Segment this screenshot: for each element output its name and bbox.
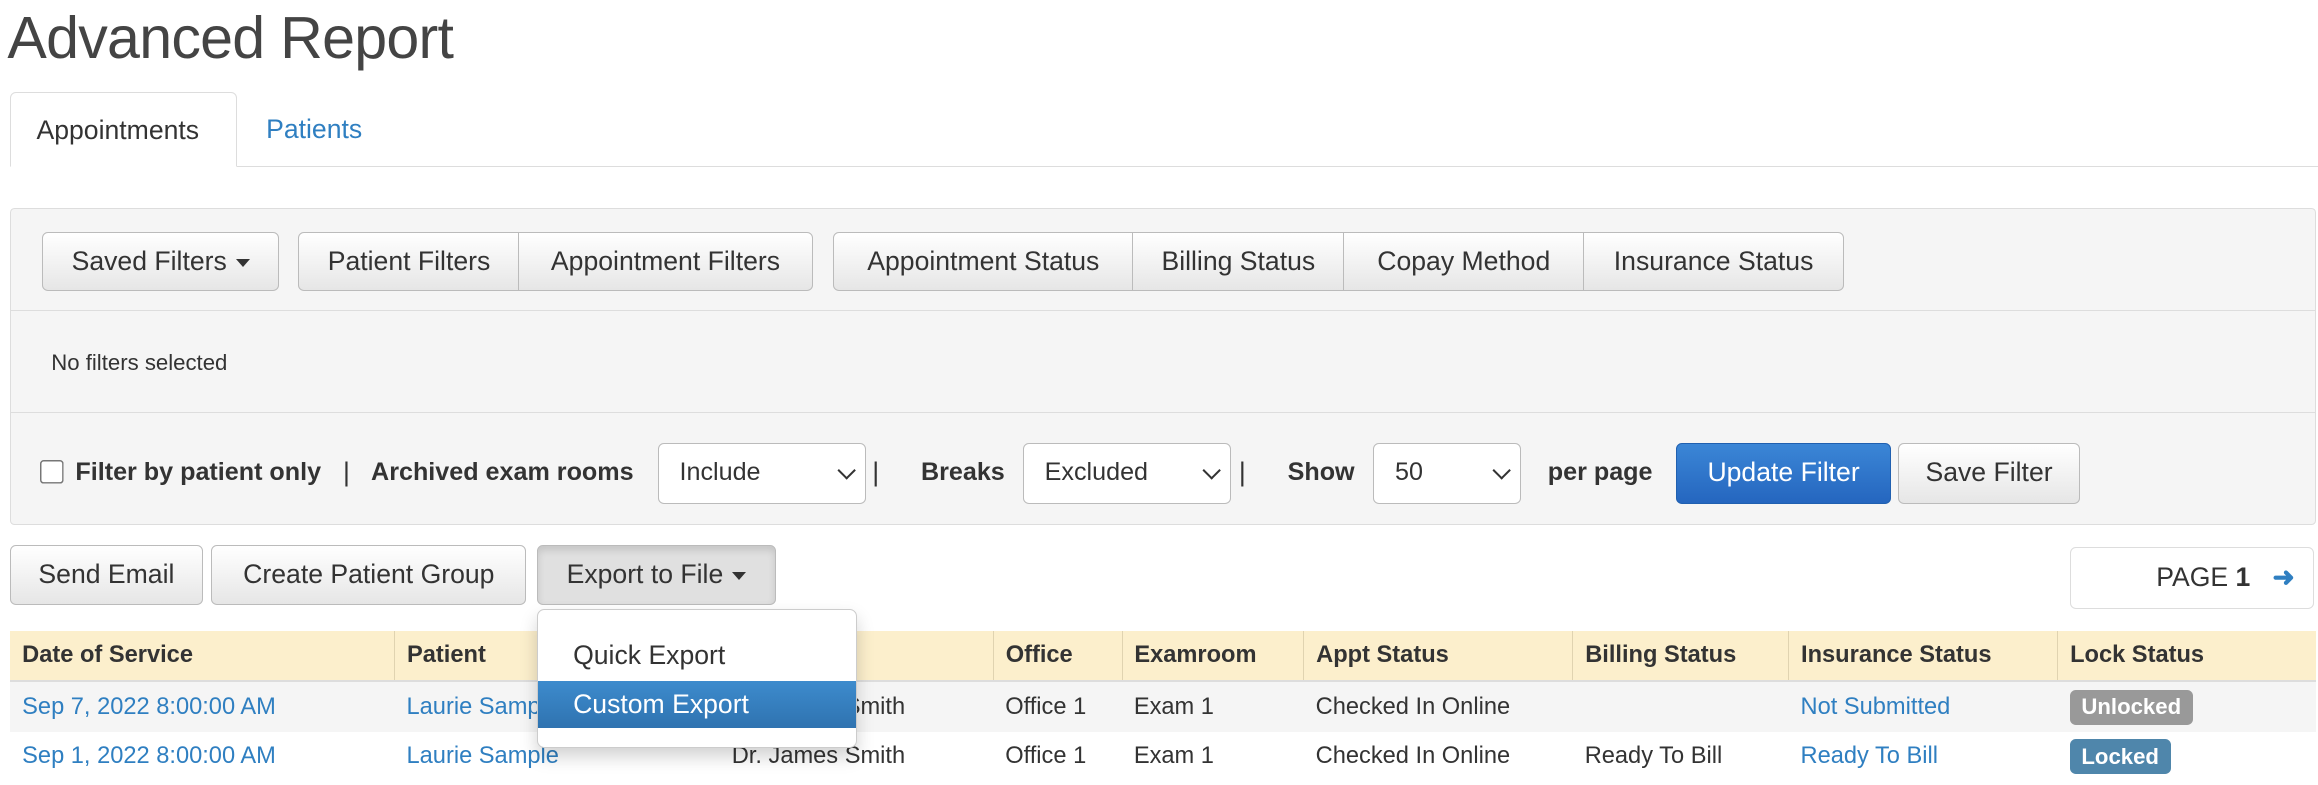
separator: |: [1238, 456, 1246, 487]
table-row: Sep 7, 2022 8:00:00 AM Laurie Sample Dr.…: [10, 681, 2317, 732]
examroom-cell: Exam 1: [1122, 681, 1304, 732]
tab-patients[interactable]: Patients: [241, 92, 387, 167]
export-label: Export to File: [566, 559, 724, 590]
per-page-select[interactable]: 50: [1373, 443, 1522, 505]
lock-status-badge[interactable]: Locked: [2069, 739, 2171, 775]
date-link[interactable]: Sep 7, 2022 8:00:00 AM: [22, 694, 276, 720]
examroom-cell: Exam 1: [1133, 743, 1214, 770]
breaks-value: Excluded: [1044, 458, 1149, 487]
appt-status-cell: Checked In Online: [1315, 743, 1511, 770]
col-billing-status[interactable]: Billing Status: [1572, 631, 1789, 683]
page-label: PAGE: [2156, 561, 2229, 592]
advanced-report-page: Advanced Report Appointments Patients Sa…: [0, 0, 2318, 785]
divider: [11, 411, 2316, 413]
next-page-arrow-icon[interactable]: ➜: [2272, 562, 2294, 592]
per-page-label: per page: [1547, 458, 1653, 487]
patient-filters-button[interactable]: Patient Filters: [298, 231, 520, 291]
export-to-file-button[interactable]: Export to File: [536, 545, 777, 605]
page-number: 1: [2235, 561, 2251, 592]
menu-item-custom-export[interactable]: Custom Export: [537, 681, 857, 729]
filters-status-text: No filters selected: [51, 349, 228, 375]
send-email-button[interactable]: Send Email: [10, 545, 203, 605]
insurance-status-button[interactable]: Insurance Status: [1582, 231, 1845, 291]
filter-by-patient-checkbox[interactable]: [39, 459, 66, 485]
office-cell: Office 1: [993, 681, 1122, 732]
breaks-select[interactable]: Excluded: [1022, 443, 1232, 505]
col-date-of-service[interactable]: Date of Service: [10, 631, 395, 683]
table-row: Sep 1, 2022 8:00:00 AM Laurie Sample Dr.…: [10, 732, 2316, 782]
export-dropdown-menu: Quick Export Custom Export: [536, 609, 858, 748]
copay-method-button[interactable]: Copay Method: [1343, 231, 1585, 291]
separator: |: [872, 456, 880, 487]
tab-appointments[interactable]: Appointments: [10, 91, 237, 168]
insurance-status-link[interactable]: Not Submitted: [1801, 694, 1951, 720]
breaks-label: Breaks: [920, 458, 1005, 487]
appointment-filters-button[interactable]: Appointment Filters: [518, 231, 813, 291]
update-filter-button[interactable]: Update Filter: [1676, 443, 1891, 505]
billing-status-cell: [1572, 681, 1789, 732]
show-value: 50: [1395, 458, 1423, 487]
archived-value: Include: [679, 458, 761, 487]
pagination: PAGE 1 ➜: [2069, 546, 2314, 610]
save-filter-button[interactable]: Save Filter: [1898, 443, 2080, 505]
date-link[interactable]: Sep 1, 2022 8:00:00 AM: [22, 743, 276, 769]
separator: |: [342, 456, 350, 487]
insurance-status-link[interactable]: Ready To Bill: [1801, 743, 1939, 769]
office-cell: Office 1: [1005, 743, 1087, 770]
chevron-down-icon: [1202, 460, 1222, 480]
col-insurance-status[interactable]: Insurance Status: [1788, 631, 2058, 683]
chevron-down-icon: [837, 460, 857, 480]
patient-link[interactable]: Laurie Sample: [407, 743, 559, 769]
caret-down-icon: [235, 258, 250, 268]
col-office[interactable]: Office: [992, 631, 1122, 683]
appointment-status-button[interactable]: Appointment Status: [833, 231, 1134, 291]
appt-status-cell: Checked In Online: [1303, 681, 1573, 732]
lock-status-badge[interactable]: Unlocked: [2069, 689, 2193, 725]
menu-item-quick-export[interactable]: Quick Export: [538, 632, 857, 679]
appointments-table: Date of Service Patient Office Examroom …: [10, 631, 2317, 782]
show-label: Show: [1287, 458, 1355, 487]
archived-exam-rooms-label: Archived exam rooms: [371, 458, 634, 487]
col-examroom[interactable]: Examroom: [1121, 631, 1304, 683]
saved-filters-label: Saved Filters: [71, 245, 227, 276]
col-lock-status[interactable]: Lock Status: [2057, 631, 2317, 683]
billing-status-button[interactable]: Billing Status: [1131, 231, 1345, 291]
divider: [11, 309, 2316, 311]
chevron-down-icon: [1492, 460, 1512, 480]
col-appt-status[interactable]: Appt Status: [1303, 631, 1573, 683]
create-patient-group-button[interactable]: Create Patient Group: [211, 545, 527, 605]
table-header-row: Date of Service Patient Office Examroom …: [10, 631, 2317, 683]
page-title: Advanced Report: [7, 3, 454, 71]
filter-by-patient-label: Filter by patient only: [75, 458, 322, 487]
billing-status-cell: Ready To Bill: [1584, 743, 1723, 770]
archived-exam-rooms-select[interactable]: Include: [657, 443, 867, 505]
saved-filters-button[interactable]: Saved Filters: [42, 231, 279, 291]
caret-down-icon: [732, 572, 747, 582]
